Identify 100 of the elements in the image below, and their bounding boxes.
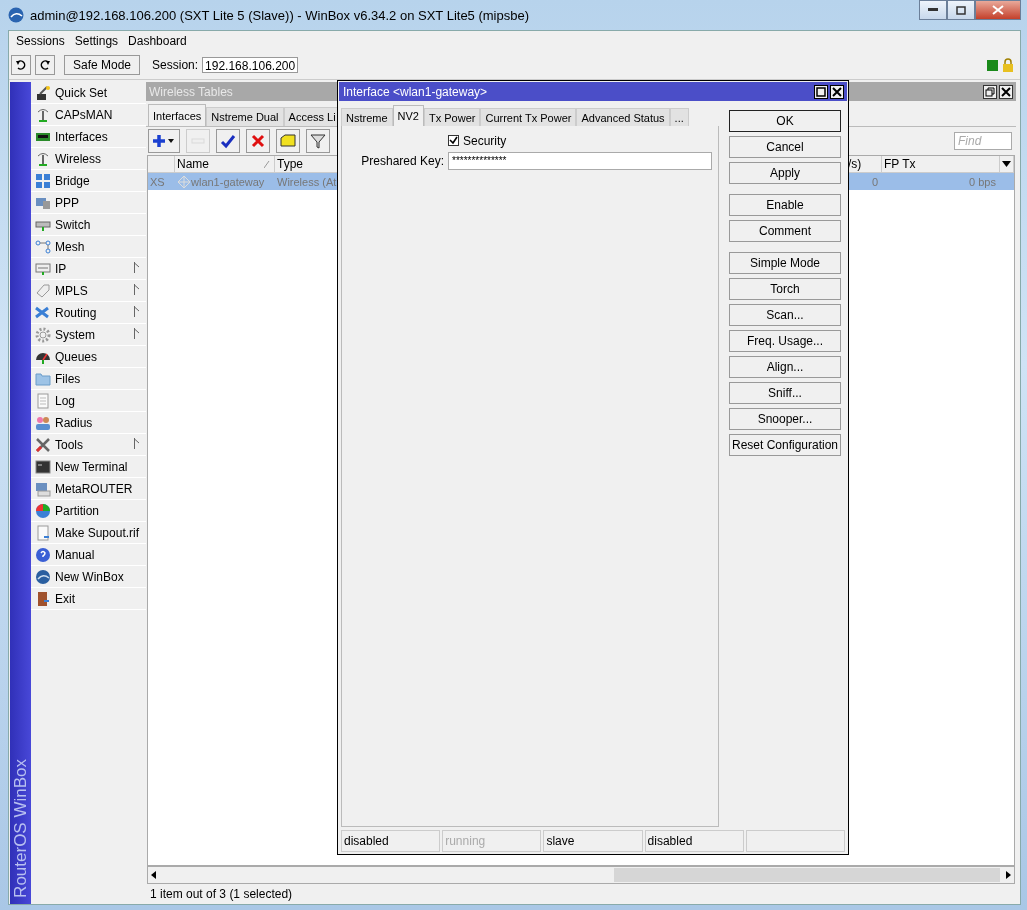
computer-icon bbox=[35, 480, 51, 497]
tab[interactable]: ... bbox=[669, 108, 689, 126]
minimize-button[interactable] bbox=[919, 0, 947, 20]
column-header[interactable]: Type bbox=[277, 157, 303, 171]
dialog-button[interactable]: Enable bbox=[729, 194, 841, 216]
sort-icon bbox=[264, 160, 270, 168]
add-button[interactable] bbox=[148, 129, 180, 153]
sidebar-item[interactable]: Queues bbox=[31, 346, 146, 368]
gear-icon bbox=[35, 326, 51, 343]
app-logo-icon bbox=[8, 7, 24, 23]
dialog-button[interactable]: Snooper... bbox=[729, 408, 841, 430]
tab[interactable]: NV2 bbox=[392, 105, 424, 126]
status-cell: disabled bbox=[341, 830, 441, 852]
table-cell: wlan1-gateway bbox=[191, 175, 265, 188]
maximize-icon bbox=[956, 5, 966, 15]
nodes-icon bbox=[35, 238, 51, 255]
sidebar-item[interactable]: Interfaces bbox=[31, 126, 146, 148]
dropdown-arrow-icon[interactable] bbox=[1002, 161, 1011, 167]
menu-item[interactable]: Settings bbox=[69, 34, 124, 48]
sidebar-item[interactable]: Make Supout.rif bbox=[31, 522, 146, 544]
dialog-button[interactable]: Scan... bbox=[729, 304, 841, 326]
sidebar-item[interactable]: Partition bbox=[31, 500, 146, 522]
checkbox-label: Security bbox=[463, 133, 507, 148]
dialog-button[interactable]: Simple Mode bbox=[729, 252, 841, 274]
sidebar-item[interactable]: Manual bbox=[31, 544, 146, 566]
tab[interactable]: Tx Power bbox=[423, 108, 481, 126]
undo-button[interactable] bbox=[11, 55, 31, 75]
sidebar-item[interactable]: New WinBox bbox=[31, 566, 146, 588]
brand-label: RouterOS WinBox bbox=[10, 759, 31, 898]
dialog-title: Interface <wlan1-gateway> bbox=[343, 84, 488, 99]
sidebar-item[interactable]: CAPsMAN bbox=[31, 104, 146, 126]
tools-icon bbox=[35, 436, 51, 453]
close-button[interactable] bbox=[830, 84, 844, 99]
table-cell-text: 0 bbox=[870, 174, 879, 190]
close-button[interactable] bbox=[999, 84, 1013, 99]
find-field[interactable]: Find bbox=[954, 132, 1012, 150]
dialog-button[interactable]: Align... bbox=[729, 356, 841, 378]
sidebar-item[interactable]: Exit bbox=[31, 588, 146, 610]
security-checkbox[interactable] bbox=[448, 135, 459, 146]
sidebar-item[interactable]: Tools bbox=[31, 434, 146, 456]
door-icon bbox=[35, 590, 51, 607]
window-title: admin@192.168.106.200 (SXT Lite 5 (Slave)) - WinBox v6.34.2 on SXT Lite5 (mipsbe) bbox=[30, 7, 530, 23]
dialog-button[interactable]: Reset Configuration bbox=[729, 434, 841, 456]
sidebar-item[interactable]: IP bbox=[31, 258, 146, 280]
sidebar-item[interactable]: PPP bbox=[31, 192, 146, 214]
sidebar-item[interactable]: MetaROUTER bbox=[31, 478, 146, 500]
tab[interactable]: Current Tx Power bbox=[480, 108, 577, 126]
horizontal-scrollbar[interactable] bbox=[147, 866, 1015, 884]
tab[interactable]: Interfaces bbox=[148, 104, 207, 126]
terminal-icon bbox=[35, 458, 51, 475]
status-square-icon bbox=[987, 59, 998, 71]
dialog-button[interactable]: Torch bbox=[729, 278, 841, 300]
note-button[interactable] bbox=[276, 129, 300, 153]
redo-button[interactable] bbox=[35, 55, 55, 75]
maximize-button[interactable] bbox=[814, 84, 828, 99]
dialog-button[interactable]: Freq. Usage... bbox=[729, 330, 841, 352]
sidebar-item[interactable]: Files bbox=[31, 368, 146, 390]
wireless-interface-icon bbox=[177, 174, 191, 189]
sidebar-item[interactable]: Bridge bbox=[31, 170, 146, 192]
document-icon bbox=[35, 524, 51, 541]
status-cell: slave bbox=[543, 830, 643, 852]
dialog-button[interactable]: Cancel bbox=[729, 136, 841, 158]
dialog-button[interactable]: Apply bbox=[729, 162, 841, 184]
globe-icon bbox=[35, 568, 51, 585]
dialog-button[interactable]: Sniff... bbox=[729, 382, 841, 404]
table-cell-text: XS bbox=[149, 174, 166, 190]
preshared-key-field[interactable]: ************** bbox=[448, 152, 712, 170]
sidebar-item[interactable]: Routing bbox=[31, 302, 146, 324]
cross-icon bbox=[249, 132, 267, 150]
menu-item[interactable]: Dashboard bbox=[123, 34, 192, 48]
sidebar-item[interactable]: New Terminal bbox=[31, 456, 146, 478]
note-icon bbox=[279, 132, 297, 150]
cross-button[interactable] bbox=[246, 129, 270, 153]
dialog-button[interactable]: Comment bbox=[729, 220, 841, 242]
tab[interactable]: Nstreme Dual bbox=[206, 107, 284, 126]
sidebar-item[interactable]: Wireless bbox=[31, 148, 146, 170]
sidebar-item[interactable]: Log bbox=[31, 390, 146, 412]
dialog-button[interactable]: OK bbox=[729, 110, 841, 132]
filter-button[interactable] bbox=[306, 129, 330, 153]
checkmark-icon bbox=[219, 132, 237, 150]
safe-mode-button[interactable]: Safe Mode bbox=[64, 55, 141, 75]
tab[interactable]: Nstreme bbox=[341, 108, 393, 126]
sidebar-item[interactable]: Radius bbox=[31, 412, 146, 434]
sidebar-item[interactable]: System bbox=[31, 324, 146, 346]
sidebar-item[interactable]: Quick Set bbox=[31, 82, 146, 104]
lock-icon bbox=[1002, 58, 1014, 72]
help-icon bbox=[35, 546, 51, 563]
session-label: Session: bbox=[152, 58, 199, 72]
tab[interactable]: Advanced Status bbox=[576, 108, 670, 126]
restore-button[interactable] bbox=[983, 84, 997, 99]
sidebar-item[interactable]: MPLS bbox=[31, 280, 146, 302]
window-title: Wireless Tables bbox=[149, 84, 233, 99]
menu-item[interactable]: Sessions bbox=[11, 34, 70, 48]
sidebar-item[interactable]: Mesh bbox=[31, 236, 146, 258]
session-field[interactable]: 192.168.106.200 bbox=[202, 57, 299, 73]
pie-chart-icon bbox=[35, 502, 51, 519]
sidebar-item[interactable]: Switch bbox=[31, 214, 146, 236]
people-icon bbox=[35, 414, 51, 431]
checkmark-button[interactable] bbox=[216, 129, 240, 153]
table-cell-text: 0 bps bbox=[968, 174, 997, 190]
